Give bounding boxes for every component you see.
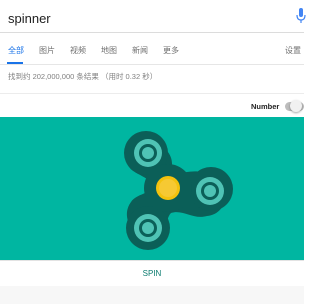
tab-images[interactable]: 图片 [39, 45, 55, 56]
number-toggle-label: Number [251, 102, 280, 111]
spin-button[interactable]: SPIN [0, 261, 304, 286]
active-tab-indicator [7, 62, 23, 64]
bearing-top-core [142, 147, 154, 159]
tab-all[interactable]: 全部 [8, 45, 24, 56]
tab-maps[interactable]: 地图 [101, 45, 117, 56]
tab-news[interactable]: 新闻 [132, 45, 148, 56]
spinner-center-highlight [159, 179, 177, 197]
tab-settings[interactable]: 设置 [285, 45, 301, 56]
search-input[interactable]: spinner [8, 11, 51, 26]
search-bar[interactable]: spinner [0, 0, 306, 33]
result-stats: 找到约 202,000,000 条结果 （用时 0.32 秒） [8, 72, 158, 81]
tab-videos[interactable]: 视频 [70, 45, 86, 56]
microphone-icon[interactable] [296, 8, 306, 24]
bearing-bottom-core [142, 222, 154, 234]
bearing-right-core [204, 185, 216, 197]
bottom-area [0, 286, 304, 304]
tab-more[interactable]: 更多 [163, 45, 179, 56]
number-toggle-knob[interactable] [290, 100, 302, 112]
spinner-stage [0, 117, 304, 260]
divider [0, 93, 304, 94]
search-tabs: 全部 图片 视频 地图 新闻 更多 设置 [0, 33, 304, 65]
